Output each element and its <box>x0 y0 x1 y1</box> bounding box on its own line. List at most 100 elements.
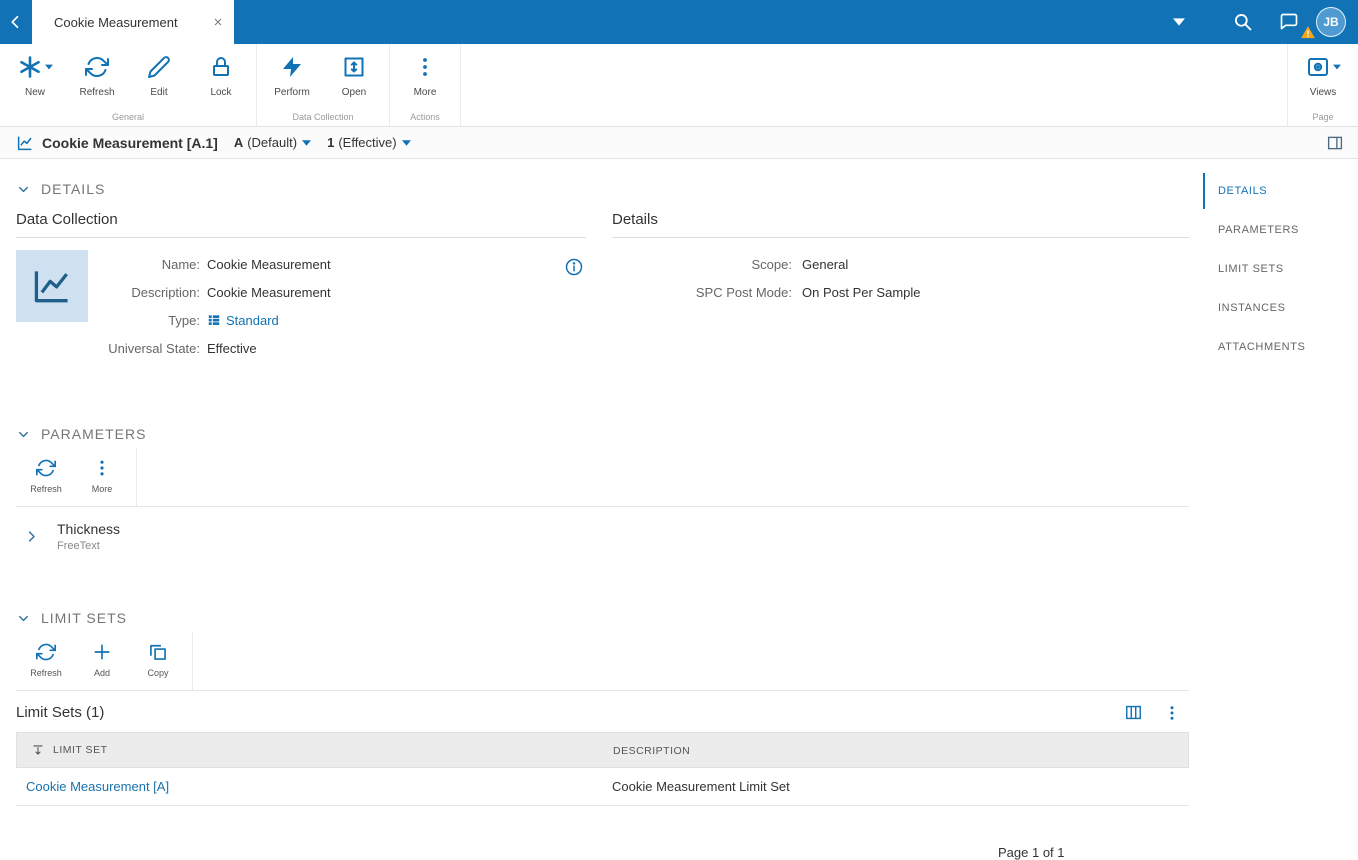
ribbon-group-page-label: Page <box>1312 112 1334 122</box>
feedback-bubble-icon <box>1279 12 1299 32</box>
expand-chevron-icon[interactable] <box>24 529 39 544</box>
refresh-button[interactable]: Refresh <box>66 44 128 111</box>
user-menu[interactable]: JB <box>1301 7 1346 39</box>
ribbon-group-general-label: General <box>111 112 145 122</box>
more-button-label: More <box>413 87 437 98</box>
nav-item-parameters[interactable]: PARAMETERS <box>1203 212 1358 248</box>
breadcrumb-title: Cookie Measurement [A.1] <box>42 134 218 151</box>
field-type-value[interactable]: Standard <box>207 313 279 328</box>
open-button[interactable]: Open <box>323 44 385 111</box>
refresh-icon <box>36 458 56 478</box>
parameters-refresh-button[interactable]: Refresh <box>18 448 74 506</box>
line-chart-icon <box>16 134 34 152</box>
warning-icon <box>1300 25 1316 40</box>
tab-cookie-measurement[interactable]: Cookie Measurement <box>32 0 234 44</box>
grid-more-icon[interactable] <box>1163 704 1181 722</box>
column-header-limit-set[interactable]: LIMIT SET <box>17 743 601 757</box>
field-name-label: Name: <box>161 256 200 272</box>
views-button[interactable]: Views <box>1292 44 1354 111</box>
limit-sets-section-title: LIMIT SETS <box>41 610 127 626</box>
limit-sets-grid-header: Limit Sets (1) <box>16 703 1189 722</box>
perform-button-label: Perform <box>274 87 310 98</box>
choose-columns-icon[interactable] <box>1124 703 1143 722</box>
details-section-title: DETAILS <box>41 181 106 197</box>
search-icon <box>1233 12 1253 32</box>
open-button-label: Open <box>341 87 367 98</box>
field-scope: Scope: General <box>612 250 1189 278</box>
ribbon-group-actions-label: Actions <box>410 112 440 122</box>
page-content: DETAILS Data Collection Name: Cookie Mea… <box>0 159 1203 860</box>
parameters-more-button[interactable]: More <box>74 448 130 506</box>
details-section-header[interactable]: DETAILS <box>16 181 1189 197</box>
limit-sets-copy-label: Copy <box>147 668 169 678</box>
limit-sets-refresh-button[interactable]: Refresh <box>18 632 74 690</box>
pagination-label: Page 1 of 1 <box>998 845 1065 860</box>
parameters-section-header[interactable]: PARAMETERS <box>16 426 1189 442</box>
field-name: Name: Cookie Measurement <box>88 250 586 278</box>
field-description: Description: Cookie Measurement <box>88 278 586 306</box>
limit-sets-add-label: Add <box>93 668 110 678</box>
ribbon-group-general: New Refresh Edit Lock General <box>0 44 257 126</box>
chevron-down-icon <box>302 139 312 146</box>
more-button[interactable]: More <box>394 44 456 111</box>
tab-title: Cookie Measurement <box>54 14 178 30</box>
type-table-icon <box>207 313 221 327</box>
field-scope-value: General <box>802 256 849 272</box>
field-type-label: Type: <box>168 312 200 328</box>
column-header-description-label: DESCRIPTION <box>613 745 691 757</box>
field-type: Type: Standard <box>88 306 586 334</box>
field-universal-state: Universal State: Effective <box>88 334 586 362</box>
limit-sets-copy-button[interactable]: Copy <box>130 632 186 690</box>
revision-selector[interactable]: 1 (Effective) <box>327 135 411 150</box>
chevron-down-icon <box>16 182 31 197</box>
field-description-value: Cookie Measurement <box>207 284 331 300</box>
topbar-dropdown-button[interactable] <box>1156 0 1202 44</box>
back-button[interactable] <box>0 0 32 44</box>
panel-toggle-icon <box>1326 134 1344 152</box>
version-state: (Default) <box>247 135 298 150</box>
chevron-down-icon <box>16 427 31 442</box>
search-button[interactable] <box>1220 0 1266 44</box>
column-header-limit-set-label: LIMIT SET <box>53 744 108 756</box>
nav-item-details[interactable]: DETAILS <box>1203 173 1358 209</box>
nav-item-attachments[interactable]: ATTACHMENTS <box>1203 329 1358 365</box>
data-collection-image <box>16 250 88 322</box>
table-header-row: LIMIT SET DESCRIPTION <box>16 732 1189 768</box>
chevron-down-icon <box>1332 64 1341 70</box>
details-panel-title: Details <box>612 211 1189 238</box>
new-button[interactable]: New <box>4 44 66 111</box>
ribbon-group-actions: More Actions <box>390 44 461 126</box>
info-icon[interactable] <box>564 257 584 277</box>
field-description-label: Description: <box>131 284 200 300</box>
version-selector[interactable]: A (Default) <box>234 135 312 150</box>
limit-set-link[interactable]: Cookie Measurement [A] <box>26 779 169 794</box>
table-row[interactable]: Cookie Measurement [A] Cookie Measuremen… <box>16 768 1189 806</box>
limit-sort-icon <box>31 743 45 757</box>
lock-button[interactable]: Lock <box>190 44 252 111</box>
panel-toggle-button[interactable] <box>1326 134 1344 152</box>
perform-button[interactable]: Perform <box>261 44 323 111</box>
parameters-toolbar: Refresh More <box>16 448 1189 507</box>
avatar[interactable]: JB <box>1316 7 1346 37</box>
add-plus-icon <box>92 642 112 662</box>
chevron-down-icon <box>401 139 411 146</box>
ribbon-group-data-collection: Perform Open Data Collection <box>257 44 390 126</box>
app-window: Cookie Measurement JB New Refresh Edit L… <box>0 0 1358 860</box>
chevron-down-icon <box>44 64 53 70</box>
ribbon-toolbar: New Refresh Edit Lock General Perform Op… <box>0 44 1358 127</box>
field-spc-post-mode-label: SPC Post Mode: <box>695 284 792 300</box>
cell-limit-set: Cookie Measurement [A] <box>16 779 600 794</box>
nav-item-limit-sets[interactable]: LIMIT SETS <box>1203 251 1358 287</box>
tab-close-icon[interactable] <box>212 16 224 28</box>
parameter-list-item[interactable]: Thickness FreeText <box>16 507 1189 566</box>
refresh-icon <box>36 642 56 662</box>
field-scope-label: Scope: <box>751 256 792 272</box>
refresh-icon <box>85 55 109 79</box>
edit-button[interactable]: Edit <box>128 44 190 111</box>
nav-item-instances[interactable]: INSTANCES <box>1203 290 1358 326</box>
limit-sets-add-button[interactable]: Add <box>74 632 130 690</box>
limit-sets-section-header[interactable]: LIMIT SETS <box>16 610 1189 626</box>
limit-sets-table: LIMIT SET DESCRIPTION Cookie Measurement… <box>16 732 1189 806</box>
parameters-more-label: More <box>91 484 113 494</box>
column-header-description[interactable]: DESCRIPTION <box>601 741 1188 759</box>
